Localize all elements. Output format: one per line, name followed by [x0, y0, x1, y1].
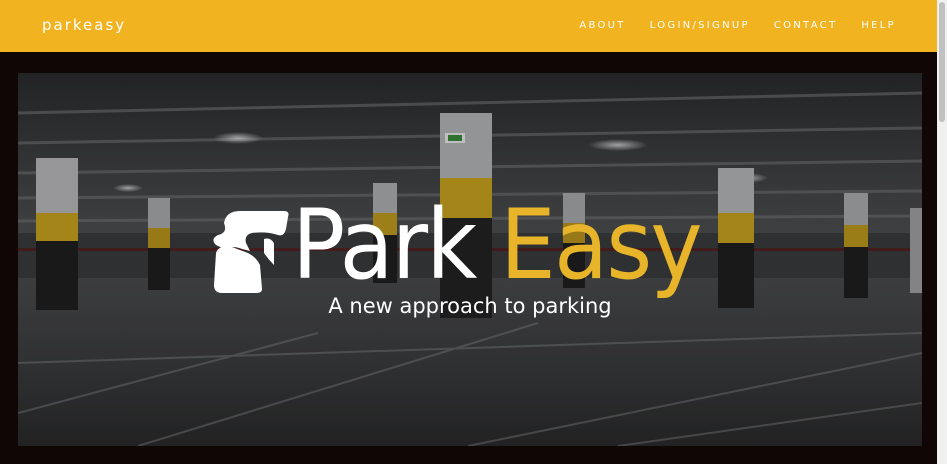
- logo-text-easy: Easy: [500, 189, 703, 301]
- nav-contact-link[interactable]: CONTACT: [774, 20, 838, 31]
- car-logo-icon: [213, 211, 289, 293]
- nav-login-signup-link[interactable]: LOGIN/SIGNUP: [650, 20, 750, 31]
- brand-link[interactable]: parkeasy: [42, 16, 126, 34]
- page: parkeasy ABOUT LOGIN/SIGNUP CONTACT HELP: [0, 0, 947, 464]
- logo-text-park: Park: [292, 189, 477, 301]
- top-navbar: parkeasy ABOUT LOGIN/SIGNUP CONTACT HELP: [0, 0, 937, 52]
- nav-about-link[interactable]: ABOUT: [579, 20, 625, 31]
- nav-help-link[interactable]: HELP: [861, 20, 896, 31]
- hero-banner: Park Easy A new approach to parking: [18, 73, 922, 446]
- vertical-scrollbar[interactable]: [937, 0, 947, 464]
- scrollbar-thumb[interactable]: [939, 2, 945, 122]
- nav-links: ABOUT LOGIN/SIGNUP CONTACT HELP: [579, 20, 896, 31]
- hero-tagline: A new approach to parking: [328, 294, 612, 318]
